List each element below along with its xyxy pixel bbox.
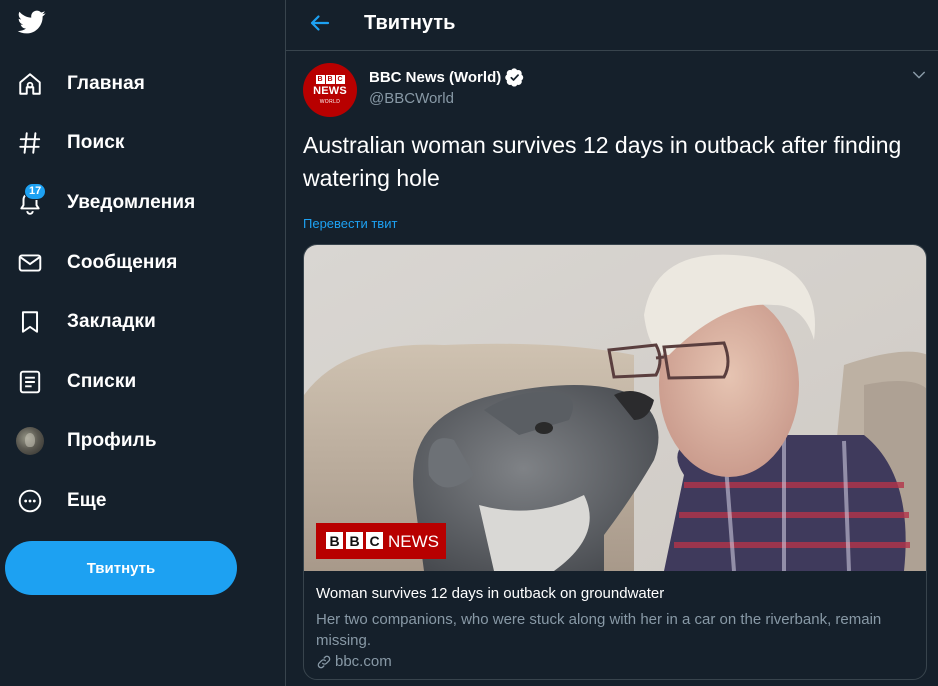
compose-tweet-button[interactable]: Твитнуть [5,541,237,595]
page-header: Твитнуть [286,0,938,51]
nav-item-lists[interactable]: Списки [0,352,286,412]
author-name[interactable]: BBC News (World) [369,69,501,86]
main-nav: Главная Поиск 17 Уведомления Сообщения З… [0,54,286,531]
nav-item-home[interactable]: Главная [0,54,286,114]
card-bbc-block: B [349,533,359,549]
nav-label-more: Еще [67,489,107,511]
card-bbc-block: C [369,533,379,549]
chevron-down-icon[interactable] [910,66,928,84]
nav-label-notifications: Уведомления [67,191,196,213]
card-domain: bbc.com [335,653,392,670]
list-icon [16,368,44,396]
card-bbc-block: B [329,533,339,549]
nav-label-home: Главная [67,72,145,94]
main-column: Твитнуть B B C NEWS WORLD BBC News (Worl… [286,0,938,686]
avatar [16,427,44,456]
verified-badge-icon [505,68,524,87]
profile-avatar-wrapper [16,427,44,456]
page-title: Твитнуть [364,12,456,34]
link-icon [317,655,331,668]
avatar-news-text: NEWS [313,85,347,97]
card-photo: B B C NEWS [304,245,926,571]
nav-item-more[interactable]: Еще [0,471,286,531]
avatar-bbc-block: B [315,75,325,84]
author-name-row: BBC News (World) [369,68,524,87]
sidebar: Главная Поиск 17 Уведомления Сообщения З… [0,0,286,686]
bell-icon: 17 [16,182,47,217]
nav-item-search[interactable]: Поиск [0,114,286,174]
nav-item-messages[interactable]: Сообщения [0,233,286,293]
card-news-text: NEWS [388,532,439,551]
avatar-bbc-block: C [335,75,345,84]
envelope-icon [16,249,44,277]
avatar-bbc-logo: B B C [315,75,345,84]
card-domain-row: bbc.com [316,653,392,670]
nav-label-lists: Списки [67,370,137,392]
notification-badge: 17 [24,182,47,200]
home-icon [16,70,44,98]
nav-item-bookmarks[interactable]: Закладки [0,292,286,352]
translate-tweet-link[interactable]: Перевести твит [303,216,397,231]
nav-item-notifications[interactable]: 17 Уведомления [0,173,286,233]
card-image: B B C NEWS [304,245,926,571]
avatar-world-text: WORLD [319,99,341,105]
card-title: Woman survives 12 days in outback on gro… [316,585,665,602]
nav-label-bookmarks: Закладки [67,311,156,333]
nav-label-messages: Сообщения [67,251,178,273]
nav-label-profile: Профиль [67,430,157,452]
nav-item-profile[interactable]: Профиль [0,412,286,472]
author-handle[interactable]: @BBCWorld [369,90,454,107]
avatar-bbc-block: B [325,75,335,84]
bookmark-icon [16,308,44,336]
back-arrow-icon[interactable] [308,11,332,35]
nav-label-search: Поиск [67,132,125,154]
twitter-bird-icon[interactable] [16,8,48,36]
tweet-text: Australian woman survives 12 days in out… [303,132,902,191]
card-description: Her two companions, who were stuck along… [316,611,882,649]
author-avatar[interactable]: B B C NEWS WORLD [303,63,357,117]
link-card[interactable]: B B C NEWS Woman survives 12 days in out… [303,244,927,680]
more-circle-icon [16,487,44,515]
hashtag-icon [16,129,44,157]
